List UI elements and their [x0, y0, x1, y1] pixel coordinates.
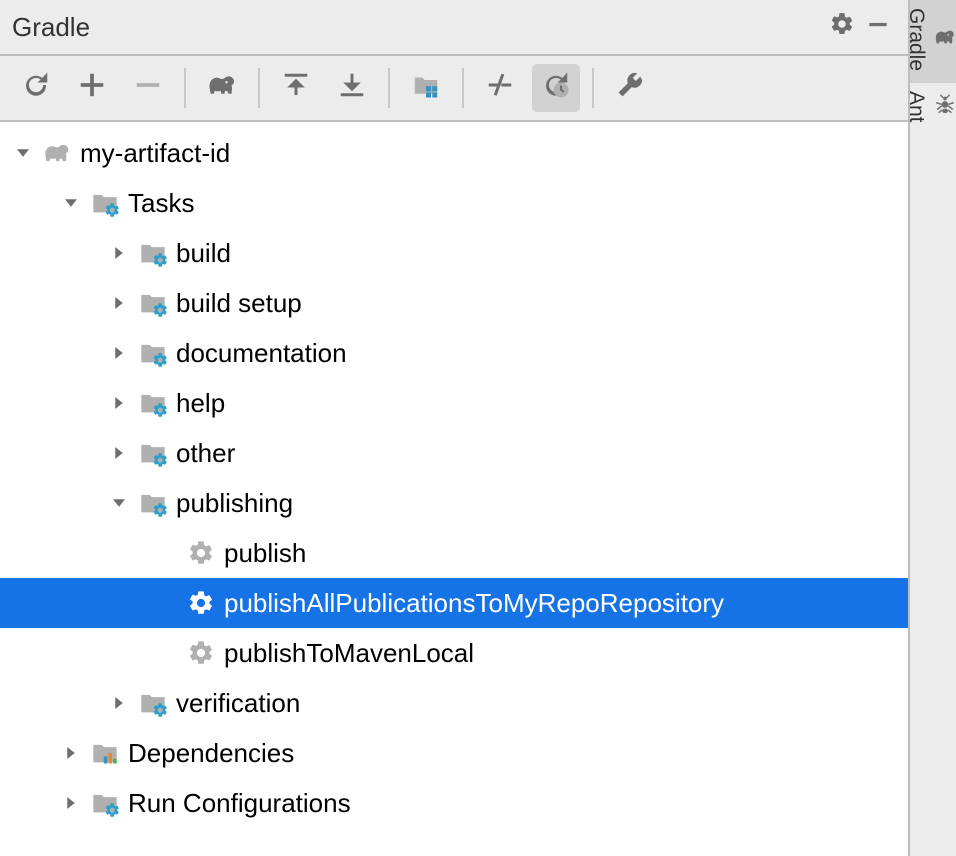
tree-row[interactable]: publish	[0, 528, 908, 578]
folder-chart-icon	[90, 738, 120, 768]
settings-button[interactable]	[824, 9, 860, 45]
tree-row[interactable]: Tasks	[0, 178, 908, 228]
tree-row[interactable]: publishing	[0, 478, 908, 528]
tree-row[interactable]: publishAllPublicationsToMyRepoRepository	[0, 578, 908, 628]
offline-mode-icon	[485, 70, 515, 107]
folder-gear-icon	[90, 188, 120, 218]
tree-row[interactable]: other	[0, 428, 908, 478]
tree-node-label: Tasks	[128, 188, 194, 219]
tree-node-label: publishing	[176, 488, 293, 519]
collapse-all-button[interactable]	[328, 64, 376, 112]
folder-gear-icon	[138, 438, 168, 468]
chevron-right-icon[interactable]	[106, 690, 132, 716]
tree-row[interactable]: build setup	[0, 278, 908, 328]
chevron-none	[154, 590, 180, 616]
gradle-icon	[934, 26, 956, 54]
tree-node-label: documentation	[176, 338, 347, 369]
tree-node-label: verification	[176, 688, 300, 719]
build-settings-icon	[615, 70, 645, 107]
add-button[interactable]	[68, 64, 116, 112]
chevron-none	[154, 640, 180, 666]
gradle-icon	[207, 70, 237, 107]
panel-title: Gradle	[12, 12, 824, 43]
toolbar-separator	[462, 68, 464, 108]
project-structure-button[interactable]	[402, 64, 450, 112]
folder-gear-icon	[138, 488, 168, 518]
folder-gear-icon	[138, 688, 168, 718]
chevron-right-icon[interactable]	[106, 440, 132, 466]
project-tree[interactable]: my-artifact-id Tasks build build setup docum…	[0, 122, 908, 856]
gear-icon	[829, 11, 855, 44]
toolbar-separator	[258, 68, 260, 108]
right-rail: Gradle Ant	[910, 0, 956, 856]
execution-icon	[541, 70, 571, 107]
remove-button[interactable]	[124, 64, 172, 112]
chevron-right-icon[interactable]	[58, 790, 84, 816]
remove-icon	[133, 70, 163, 107]
chevron-down-icon[interactable]	[106, 490, 132, 516]
execution-button[interactable]	[532, 64, 580, 112]
tree-node-label: Dependencies	[128, 738, 294, 769]
tree-row[interactable]: help	[0, 378, 908, 428]
toolbar	[0, 56, 908, 122]
tree-row[interactable]: my-artifact-id	[0, 128, 908, 178]
elephant-icon	[42, 138, 72, 168]
tree-node-label: build setup	[176, 288, 302, 319]
gear-icon	[186, 638, 216, 668]
panel-header: Gradle	[0, 0, 908, 56]
chevron-down-icon[interactable]	[10, 140, 36, 166]
tree-row[interactable]: build	[0, 228, 908, 278]
offline-mode-button[interactable]	[476, 64, 524, 112]
expand-all-icon	[281, 70, 311, 107]
toolbar-separator	[592, 68, 594, 108]
toolbar-separator	[184, 68, 186, 108]
gear-icon	[186, 588, 216, 618]
tree-node-label: my-artifact-id	[80, 138, 230, 169]
chevron-right-icon[interactable]	[58, 740, 84, 766]
expand-all-button[interactable]	[272, 64, 320, 112]
folder-gear-icon	[138, 338, 168, 368]
refresh-button[interactable]	[12, 64, 60, 112]
tree-node-label: build	[176, 238, 231, 269]
gear-icon	[186, 538, 216, 568]
chevron-none	[154, 540, 180, 566]
tree-node-label: publishToMavenLocal	[224, 638, 474, 669]
project-structure-icon	[411, 70, 441, 107]
folder-gear-icon	[138, 288, 168, 318]
chevron-down-icon[interactable]	[58, 190, 84, 216]
minimize-button[interactable]	[860, 9, 896, 45]
tree-row[interactable]: publishToMavenLocal	[0, 628, 908, 678]
folder-gear-icon	[90, 788, 120, 818]
refresh-icon	[21, 70, 51, 107]
rail-tab-gradle[interactable]: Gradle	[910, 0, 956, 83]
chevron-right-icon[interactable]	[106, 240, 132, 266]
folder-gear-icon	[138, 388, 168, 418]
tree-row[interactable]: documentation	[0, 328, 908, 378]
add-icon	[77, 70, 107, 107]
minimize-icon	[865, 11, 891, 44]
collapse-all-icon	[337, 70, 367, 107]
folder-gear-icon	[138, 238, 168, 268]
toolbar-separator	[388, 68, 390, 108]
tree-node-label: Run Configurations	[128, 788, 351, 819]
gradle-button[interactable]	[198, 64, 246, 112]
tree-node-label: publishAllPublicationsToMyRepoRepository	[224, 588, 724, 619]
tree-node-label: other	[176, 438, 235, 469]
build-settings-button[interactable]	[606, 64, 654, 112]
tree-row[interactable]: verification	[0, 678, 908, 728]
tree-node-label: help	[176, 388, 225, 419]
rail-tab-ant[interactable]: Ant	[910, 83, 956, 135]
chevron-right-icon[interactable]	[106, 390, 132, 416]
tree-row[interactable]: Dependencies	[0, 728, 908, 778]
chevron-right-icon[interactable]	[106, 340, 132, 366]
ant-icon	[934, 93, 956, 121]
gradle-panel: Gradle	[0, 0, 910, 856]
tree-row[interactable]: Run Configurations	[0, 778, 908, 828]
tree-node-label: publish	[224, 538, 306, 569]
chevron-right-icon[interactable]	[106, 290, 132, 316]
